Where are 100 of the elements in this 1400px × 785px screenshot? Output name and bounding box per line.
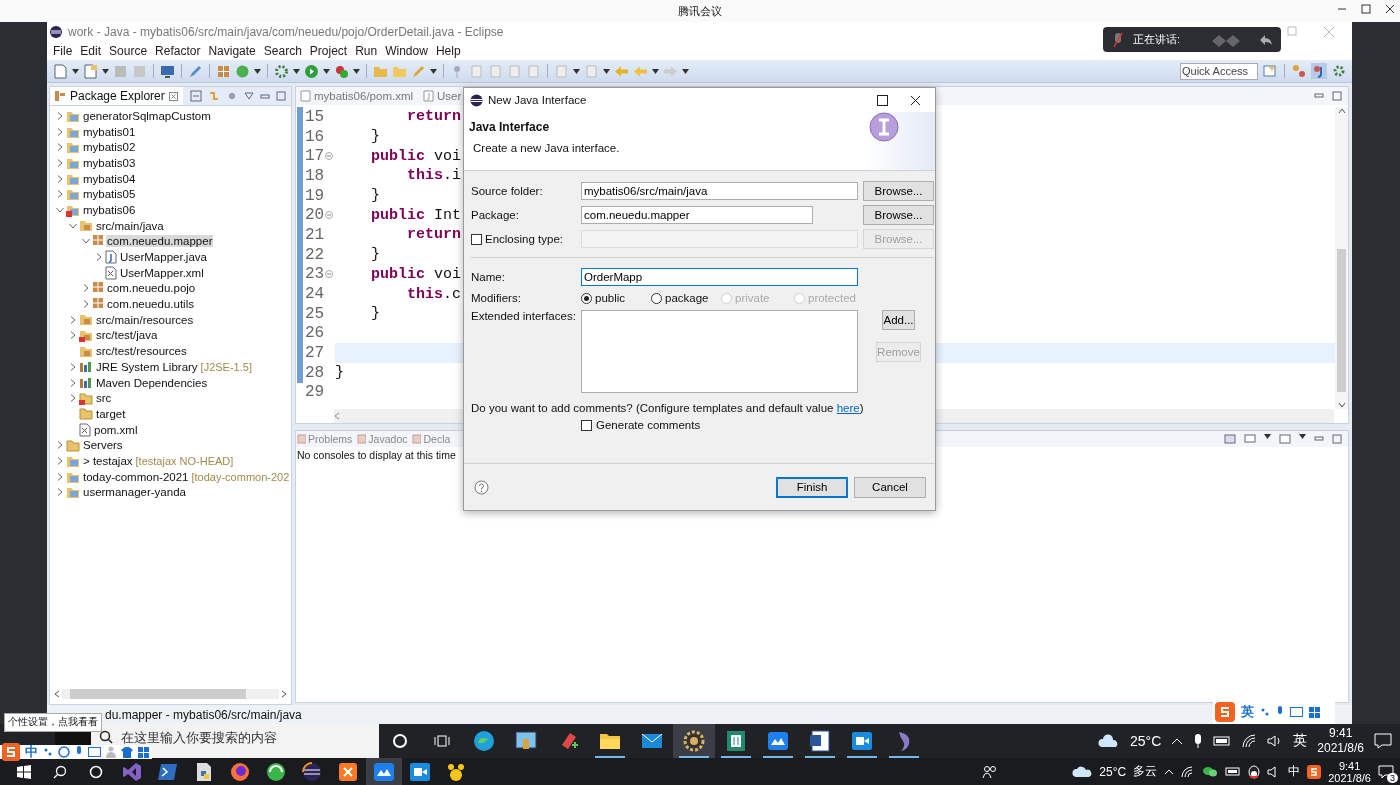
reply-arrow-icon[interactable] xyxy=(1259,33,1273,46)
dialog-button[interactable]: Cancel xyxy=(854,476,926,498)
tree-item[interactable]: pom.xml xyxy=(93,423,139,436)
caret-icon[interactable] xyxy=(1264,434,1271,439)
input-method-indicator[interactable]: 中 xyxy=(1288,763,1301,780)
maximize-icon[interactable] xyxy=(877,94,888,106)
chevron-right-icon[interactable] xyxy=(95,253,103,262)
battery-icon[interactable] xyxy=(1225,767,1242,776)
shirt-icon[interactable] xyxy=(121,746,133,758)
notification-icon[interactable] xyxy=(1378,764,1394,779)
battery-icon[interactable] xyxy=(1213,736,1232,746)
punctuation-icon[interactable] xyxy=(1260,707,1270,717)
radio-option[interactable]: public xyxy=(581,292,651,304)
caret-icon[interactable] xyxy=(353,68,360,74)
radio-option[interactable]: package xyxy=(651,292,721,304)
browse-button[interactable]: Browse... xyxy=(863,205,934,225)
caret-icon[interactable] xyxy=(430,68,437,74)
tree-item[interactable]: > testajax xyxy=(82,454,134,467)
monitor-icon[interactable] xyxy=(160,63,175,79)
menu-item[interactable]: Source xyxy=(105,43,152,58)
eclipse-icon[interactable] xyxy=(301,761,323,782)
search-icon[interactable] xyxy=(53,764,67,779)
menu-item[interactable]: Help xyxy=(431,43,465,58)
notification-icon[interactable] xyxy=(1374,733,1392,749)
menu-item[interactable]: Navigate xyxy=(204,43,260,58)
tree-item[interactable]: com.neuedu.pojo xyxy=(106,282,197,295)
video-icon[interactable] xyxy=(409,761,431,782)
tree-item[interactable]: JRE System Library xyxy=(95,360,199,373)
tree-item[interactable]: src/main/resources xyxy=(95,313,195,326)
infinity-icon[interactable] xyxy=(122,761,142,782)
edge-icon[interactable] xyxy=(473,730,495,752)
tree-item[interactable]: mybatis04 xyxy=(82,172,137,185)
arrow-left-icon[interactable] xyxy=(334,412,340,420)
source-folder-field[interactable]: mybatis06/src/main/java xyxy=(581,182,858,200)
tree-item[interactable]: UserMapper.xml xyxy=(119,266,205,279)
help-icon[interactable] xyxy=(474,479,489,495)
gear-icon[interactable] xyxy=(683,730,705,752)
list-button[interactable]: Add... xyxy=(882,310,915,330)
monitor-icon[interactable] xyxy=(1244,434,1256,444)
wifi-icon[interactable] xyxy=(1241,734,1258,748)
close-icon[interactable] xyxy=(910,94,921,106)
folder-icon[interactable] xyxy=(599,732,621,750)
browse-button[interactable]: Browse... xyxy=(863,181,934,201)
tree-item[interactable]: UserMapper.java xyxy=(119,251,208,264)
arrow-right-icon[interactable] xyxy=(281,690,287,698)
window-plus-icon[interactable] xyxy=(1263,64,1277,78)
view-menu-icon[interactable] xyxy=(244,92,254,100)
microphone-icon[interactable] xyxy=(1193,733,1204,749)
caret-icon[interactable] xyxy=(323,68,330,74)
editor-tab[interactable]: mybatis06/pom.xml xyxy=(314,90,414,102)
menu-item[interactable]: Project xyxy=(305,43,352,58)
terminal-icon[interactable] xyxy=(158,762,178,781)
tree-item[interactable]: mybatis06 xyxy=(82,203,137,216)
smiley-icon[interactable] xyxy=(58,746,70,758)
caret-icon[interactable] xyxy=(72,68,79,74)
scrollbar-thumb[interactable] xyxy=(70,689,246,699)
task-view-icon[interactable] xyxy=(434,733,450,749)
minimize-icon[interactable] xyxy=(260,92,270,100)
document-icon[interactable] xyxy=(809,730,831,752)
tree-item[interactable]: today-common-2021 xyxy=(82,470,190,483)
caret-icon[interactable] xyxy=(1299,434,1306,439)
keyboard-icon[interactable] xyxy=(1290,707,1303,717)
tree-item[interactable]: com.neuedu.mapper xyxy=(106,235,214,248)
keyboard-icon[interactable] xyxy=(88,747,101,757)
menu-item[interactable]: Window xyxy=(381,43,432,58)
caret-up-icon[interactable] xyxy=(1164,768,1175,775)
tree-item[interactable]: mybatis03 xyxy=(82,156,137,169)
menu-item[interactable]: Edit xyxy=(76,43,106,58)
minimize-icon[interactable] xyxy=(1314,434,1324,442)
menu-item[interactable]: Search xyxy=(259,43,306,58)
package-field[interactable]: com.neuedu.mapper xyxy=(581,206,813,224)
arrow-left-icon[interactable] xyxy=(54,690,60,698)
tree-item[interactable]: mybatis05 xyxy=(82,188,137,201)
video-icon[interactable] xyxy=(851,731,873,751)
minimize-icon[interactable] xyxy=(1314,91,1324,99)
caret-icon[interactable] xyxy=(254,68,261,74)
tree-item[interactable]: target xyxy=(95,407,127,420)
caret-icon[interactable] xyxy=(652,68,659,74)
windows-logo-icon[interactable] xyxy=(17,764,31,779)
tree-item[interactable]: mybatis01 xyxy=(82,125,137,138)
tree-item[interactable]: generatorSqlmapCustom xyxy=(82,109,212,122)
tree-item[interactable]: src/test/resources xyxy=(95,345,188,358)
caret-icon[interactable] xyxy=(573,68,580,74)
checkbox[interactable] xyxy=(581,419,592,431)
input-mode[interactable]: 中 xyxy=(25,743,38,761)
pencil-icon[interactable] xyxy=(188,63,203,79)
molecule-icon[interactable] xyxy=(1292,64,1306,78)
tree-item[interactable]: com.neuedu.utils xyxy=(106,298,195,311)
tree-item[interactable]: Servers xyxy=(82,439,124,452)
menu-item[interactable]: File xyxy=(49,43,77,58)
input-mode[interactable]: 英 xyxy=(1241,703,1254,721)
grid-icon[interactable] xyxy=(1309,706,1320,718)
gear-icon[interactable] xyxy=(274,63,289,79)
console-icon[interactable] xyxy=(1224,434,1236,444)
caret-icon[interactable] xyxy=(603,68,610,74)
window-plus-icon[interactable] xyxy=(1279,434,1291,444)
tree-item[interactable]: Maven Dependencies xyxy=(95,376,209,389)
people-icon[interactable] xyxy=(982,764,999,779)
xampp-icon[interactable] xyxy=(338,761,358,782)
package-icon[interactable] xyxy=(216,63,231,79)
